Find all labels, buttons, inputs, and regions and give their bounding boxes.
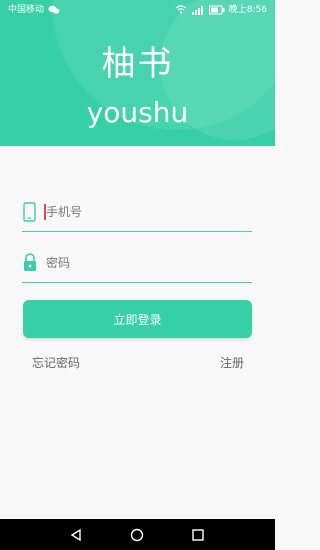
app-subtitle: youshu xyxy=(86,96,189,129)
password-field xyxy=(22,248,252,283)
forgot-password-link[interactable]: 忘记密码 xyxy=(32,354,80,371)
battery-icon xyxy=(208,5,225,15)
phone-field xyxy=(22,197,252,232)
phone-input[interactable] xyxy=(46,197,246,227)
home-button[interactable] xyxy=(121,519,153,550)
password-input[interactable] xyxy=(46,248,246,278)
lock-icon xyxy=(22,253,38,273)
home-icon xyxy=(129,527,145,543)
register-link[interactable]: 注册 xyxy=(220,354,244,371)
signal-icon xyxy=(191,5,205,15)
status-bar: 中国移动 晚上8:56 xyxy=(0,0,275,20)
phone-icon xyxy=(22,202,38,222)
status-icons: 晚上8:56 xyxy=(175,0,267,20)
navigation-bar xyxy=(0,519,275,550)
back-button[interactable] xyxy=(60,519,92,550)
carrier-label: 中国移动 xyxy=(8,5,45,15)
app-title: 柚书 xyxy=(101,44,174,84)
wifi-icon xyxy=(175,5,187,15)
time-label: 晚上8:56 xyxy=(228,5,267,15)
carrier-group: 中国移动 xyxy=(8,0,60,20)
login-button[interactable]: 立即登录 xyxy=(23,300,252,338)
recents-button[interactable] xyxy=(182,519,214,550)
back-icon xyxy=(68,527,84,543)
wechat-icon xyxy=(48,5,60,15)
recents-icon xyxy=(190,527,206,543)
